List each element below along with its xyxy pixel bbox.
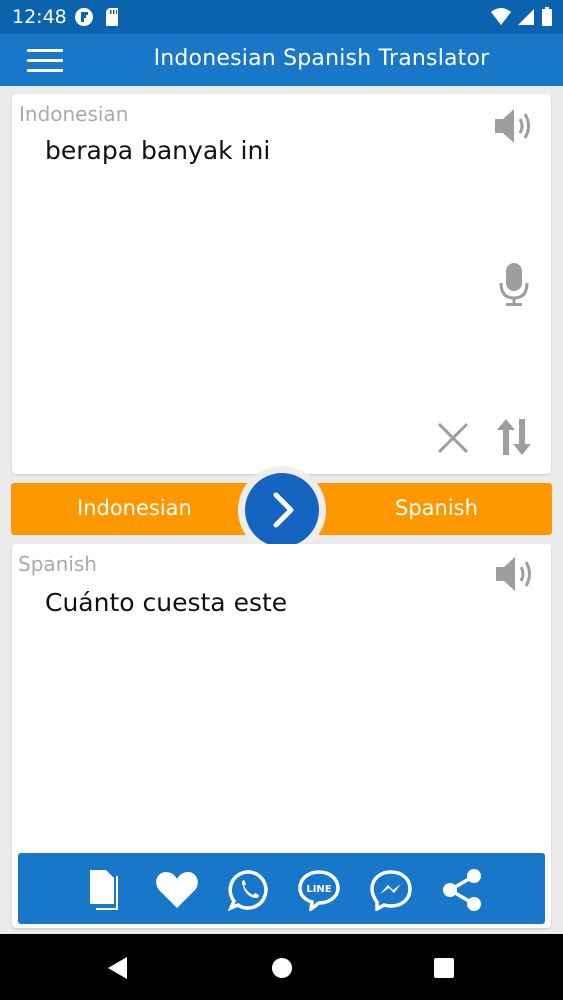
navigation-bar [0, 934, 563, 1000]
status-time: 12:48 [12, 6, 67, 28]
wifi-icon [490, 7, 512, 31]
speaker-icon[interactable] [492, 106, 536, 150]
sd-card-icon [104, 7, 120, 31]
clear-icon[interactable] [436, 421, 470, 459]
flipboard-icon [74, 7, 94, 31]
source-text-input[interactable]: berapa banyak ini [45, 136, 270, 165]
status-bar: 12:48 [0, 0, 563, 34]
copy-icon[interactable] [88, 869, 124, 915]
back-icon[interactable] [107, 956, 129, 984]
source-panel: Indonesian berapa banyak ini [12, 94, 551, 474]
hamburger-menu-icon[interactable] [27, 49, 63, 73]
recents-icon[interactable] [434, 958, 454, 982]
battery-icon [541, 7, 553, 31]
line-icon[interactable]: LINE [297, 869, 341, 915]
swap-vertical-icon[interactable] [496, 417, 532, 461]
target-language-selector[interactable]: Spanish [395, 496, 478, 520]
messenger-icon[interactable] [369, 869, 413, 915]
svg-text:LINE: LINE [306, 884, 331, 895]
speaker-icon[interactable] [493, 554, 537, 598]
source-language-selector[interactable]: Indonesian [77, 496, 192, 520]
app-bar: Indonesian Spanish Translator [0, 34, 563, 86]
microphone-icon[interactable] [498, 261, 530, 311]
translate-button[interactable] [238, 466, 326, 554]
source-language-label: Indonesian [19, 102, 129, 126]
favorite-heart-icon[interactable] [155, 871, 199, 913]
whatsapp-icon[interactable] [227, 869, 270, 915]
share-bar: LINE [18, 853, 545, 924]
chevron-right-icon [245, 473, 319, 547]
translated-text: Cuánto cuesta este [45, 588, 288, 617]
app-title: Indonesian Spanish Translator [153, 46, 490, 71]
home-icon[interactable] [271, 957, 293, 983]
share-icon[interactable] [441, 868, 483, 916]
signal-icon [516, 7, 536, 31]
target-panel: Spanish Cuánto cuesta este LINE [12, 544, 551, 928]
target-language-label: Spanish [18, 552, 97, 576]
